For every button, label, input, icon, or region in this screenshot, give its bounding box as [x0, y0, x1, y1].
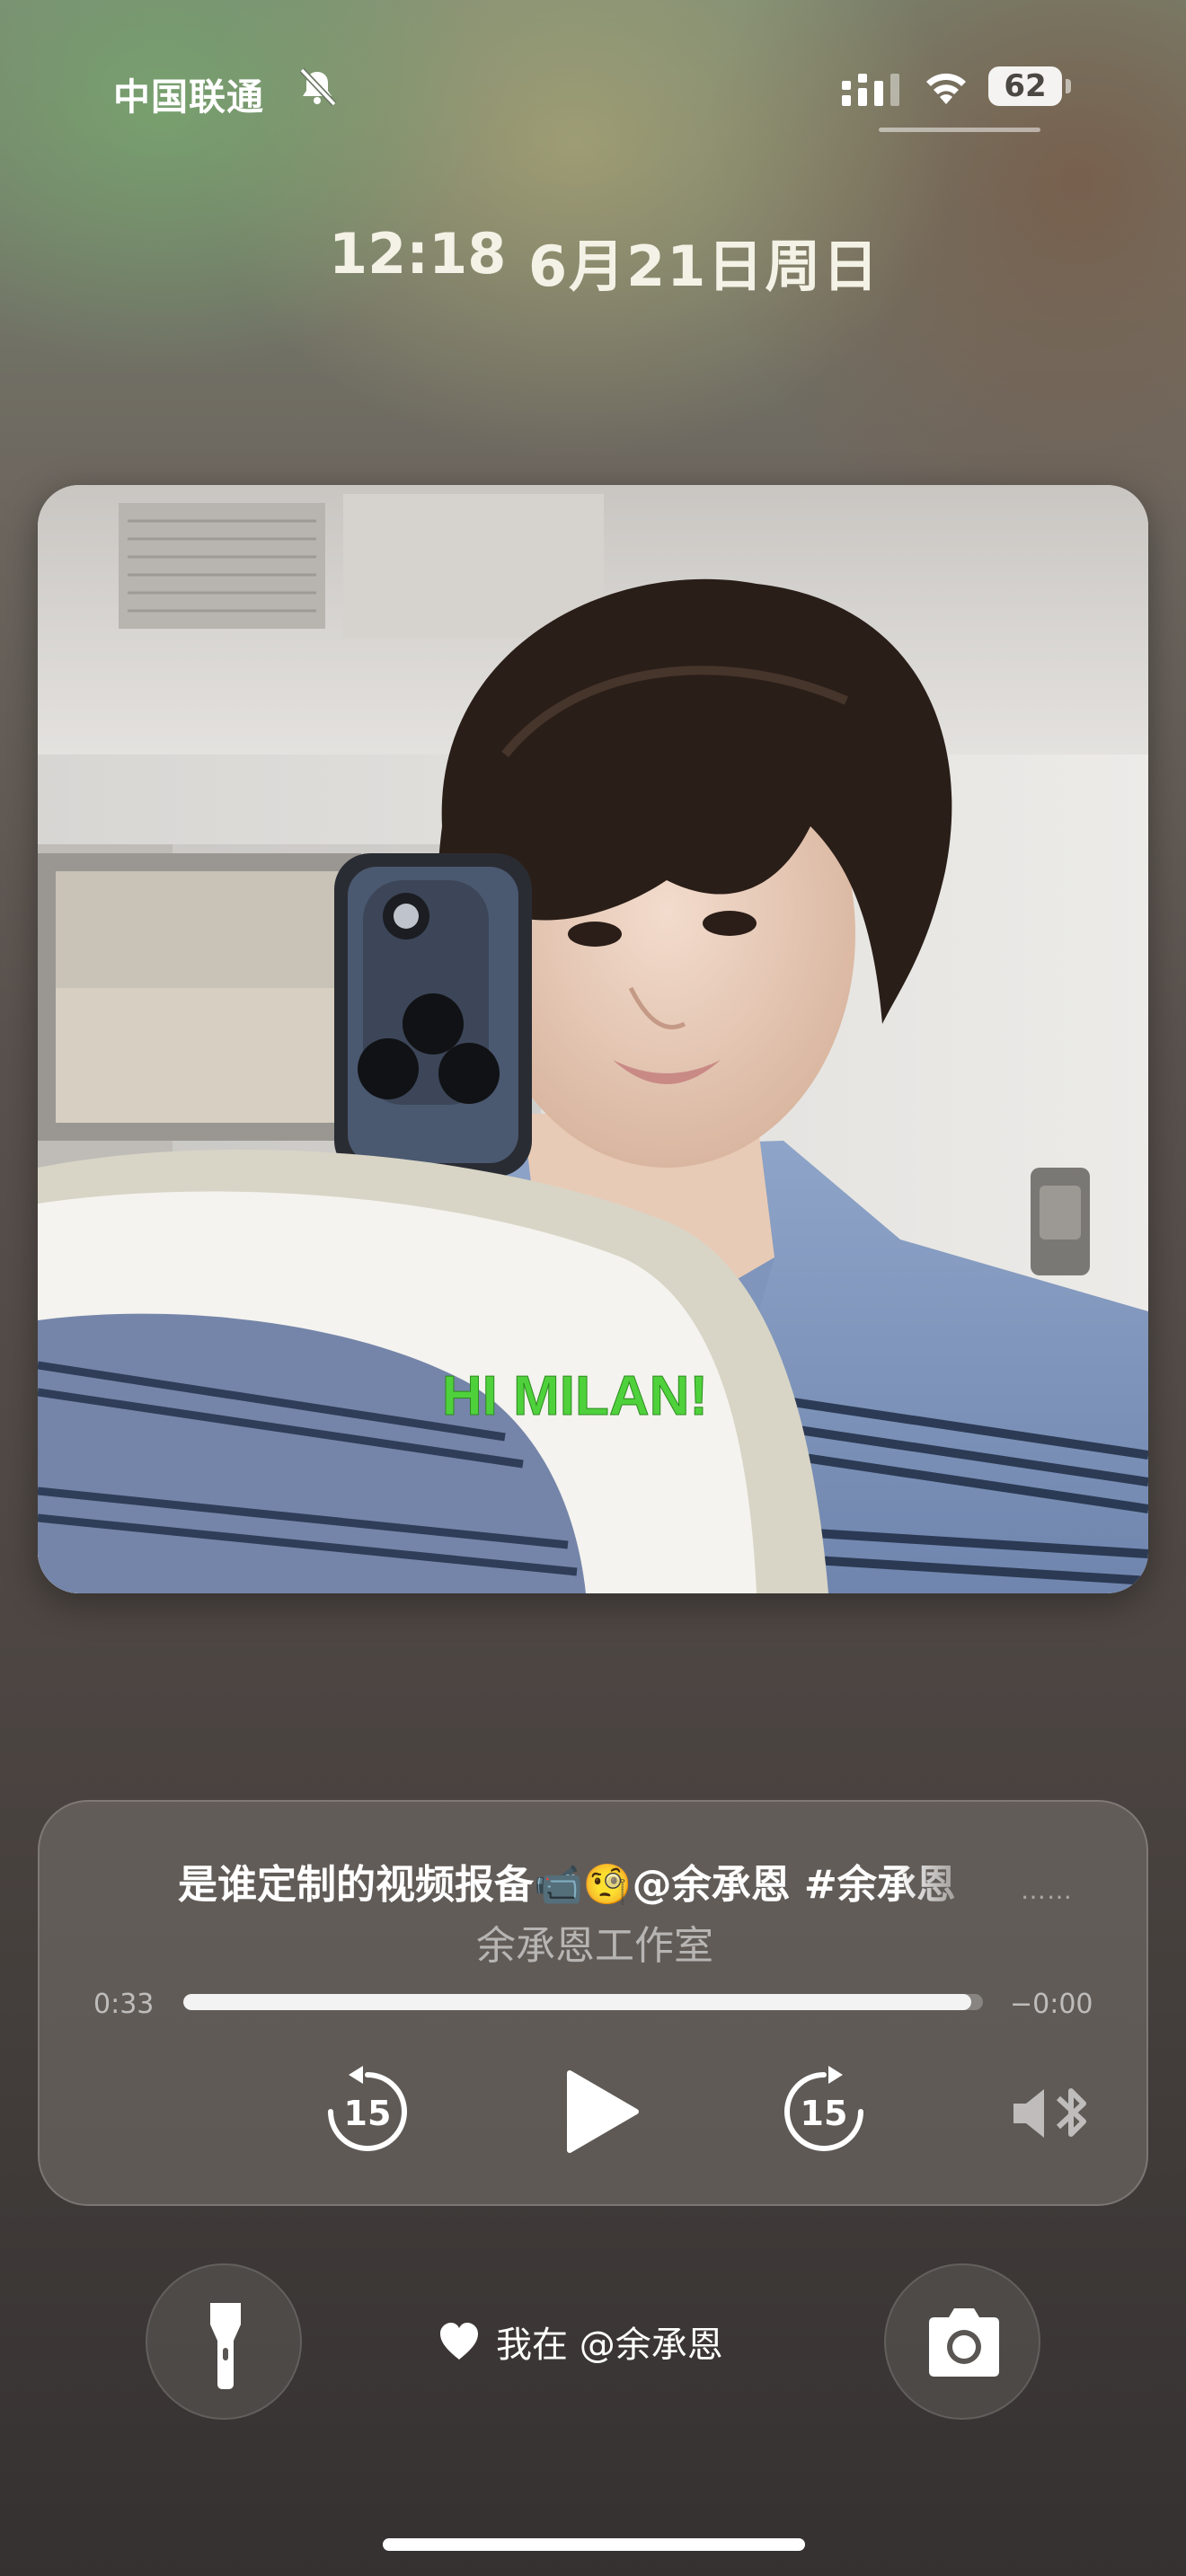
skip-forward-seconds: 15 [801, 2094, 848, 2133]
elapsed-time: 0:33 [93, 1989, 155, 2020]
now-playing-widget[interactable]: 是谁定制的视频报备📹🧐@余承恩 #余承恩 …… 余承恩工作室 0:33 −0:0… [38, 1800, 1148, 2206]
play-icon[interactable] [550, 2062, 649, 2161]
clock-time: 12:18 [329, 221, 507, 287]
lock-screen: 中国联通 62 12:18 6月21日周日 HI MILAN! 是谁定制的视频报… [0, 0, 1186, 2576]
carrier-label: 中国联通 [113, 75, 264, 119]
camera-button[interactable] [884, 2263, 1040, 2420]
like-text: 我在 @余承恩 [496, 2325, 723, 2366]
battery-cap [1066, 79, 1071, 93]
track-artist[interactable]: 余承恩工作室 [40, 1913, 1150, 1971]
clock-date: 6月21日周日 [528, 234, 881, 299]
progress-fill [183, 1994, 971, 2010]
track-title[interactable]: 是谁定制的视频报备📹🧐@余承恩 #余承恩 [178, 1852, 996, 1910]
album-artwork[interactable]: HI MILAN! [38, 485, 1148, 1593]
progress-scrubber[interactable] [183, 1994, 983, 2010]
camera-icon [929, 2308, 999, 2377]
remaining-time: −0:00 [1010, 1989, 1093, 2020]
more-indicator[interactable]: …… [1021, 1875, 1073, 1905]
like-row[interactable]: 我在 @余承恩 [438, 2319, 723, 2366]
heart-icon[interactable] [438, 2322, 480, 2361]
speaker-bluetooth-icon[interactable] [1010, 2082, 1096, 2145]
battery-indicator: 62 [988, 66, 1071, 106]
home-indicator[interactable] [383, 2538, 805, 2551]
control-center-grabber[interactable] [879, 128, 1040, 132]
wifi-icon [926, 73, 966, 104]
flashlight-icon [210, 2303, 241, 2389]
bell-slash-icon [299, 67, 337, 107]
skip-back-15-button[interactable]: 15 [318, 2062, 417, 2161]
artwork-overlay-text: HI MILAN! [442, 1365, 708, 1427]
battery-percent: 62 [1004, 68, 1047, 104]
skip-forward-15-button[interactable]: 15 [774, 2062, 873, 2161]
skip-back-seconds: 15 [344, 2094, 392, 2133]
artwork-image: HI MILAN! [38, 485, 1148, 1593]
flashlight-button[interactable] [146, 2263, 302, 2420]
cellular-signal-icon [842, 74, 899, 106]
